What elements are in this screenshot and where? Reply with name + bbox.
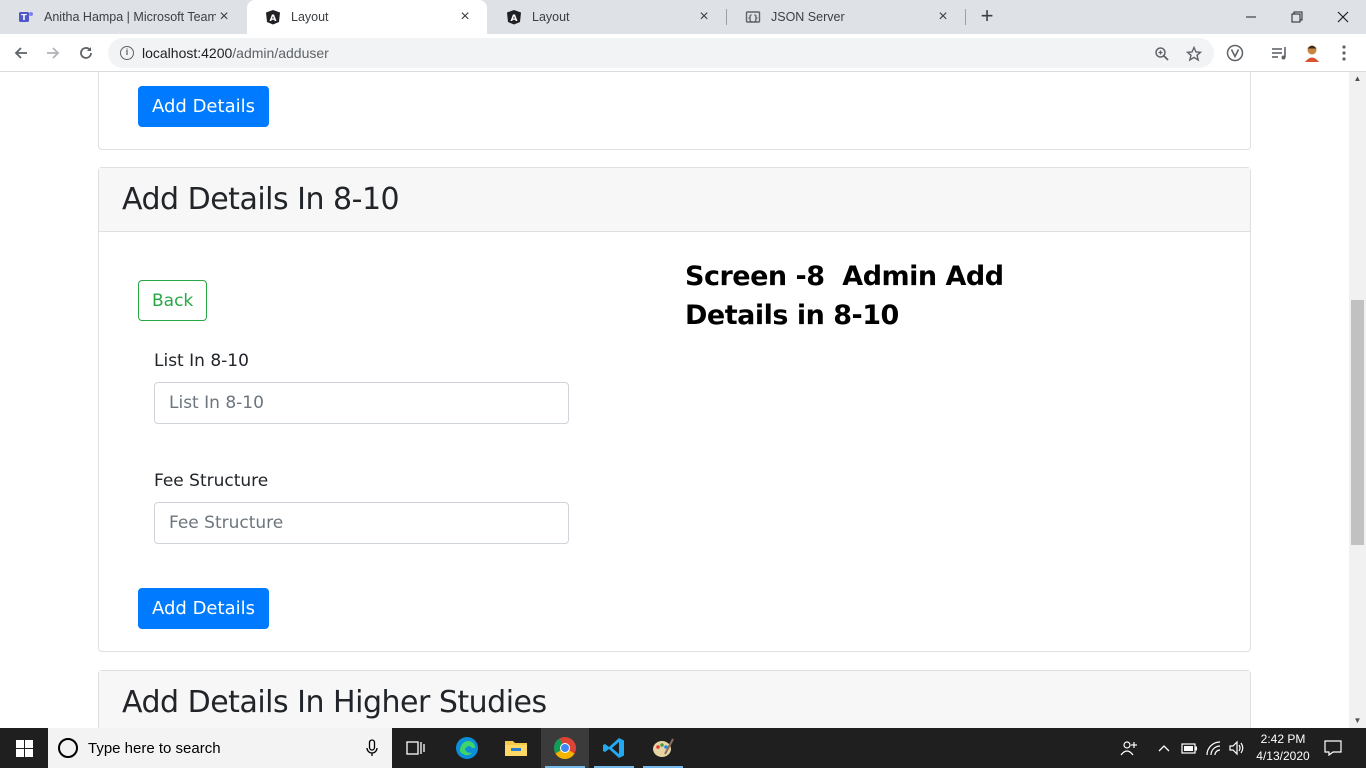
card-previous-section: Add Details <box>98 72 1251 150</box>
scroll-up-icon[interactable]: ▲ <box>1349 72 1366 86</box>
zoom-icon[interactable] <box>1153 45 1171 63</box>
close-icon <box>1337 11 1349 23</box>
add-details-submit-button[interactable]: Add Details <box>138 588 269 629</box>
card-header: Add Details In 8-10 <box>99 168 1250 232</box>
url-host: localhost:4200 <box>142 45 233 61</box>
arrow-left-icon <box>14 47 27 59</box>
chevron-up-icon[interactable] <box>1155 740 1173 756</box>
page-scrollbar[interactable]: ▲ ▼ <box>1349 72 1366 728</box>
new-tab-button[interactable]: + <box>976 5 998 27</box>
search-placeholder: Type here to search <box>88 739 221 757</box>
tab-title: Layout <box>532 10 570 24</box>
tab-teams[interactable]: T Anitha Hampa | Microsoft Teams × <box>0 0 246 34</box>
minimize-icon <box>1246 16 1256 18</box>
reload-button[interactable] <box>74 41 98 65</box>
menu-kebab-icon[interactable] <box>1334 43 1354 63</box>
clock-time: 2:42 PM <box>1260 732 1306 746</box>
tab-title: Layout <box>291 10 329 24</box>
add-details-button[interactable]: Add Details <box>138 86 269 127</box>
scroll-thumb[interactable] <box>1351 300 1364 545</box>
tab-separator <box>965 9 966 25</box>
annotation-line: Screen -8 Admin Add <box>685 261 1004 292</box>
card-add-details-8-10: Add Details In 8-10 Back Screen -8 Admin… <box>98 167 1251 652</box>
svg-text:{}: {} <box>747 14 758 23</box>
paint-icon[interactable] <box>639 728 687 768</box>
back-nav-button[interactable] <box>9 41 33 65</box>
taskbar-search[interactable]: Type here to search <box>48 728 392 768</box>
close-window-button[interactable] <box>1320 0 1366 34</box>
clock-date: 4/13/2020 <box>1256 749 1310 763</box>
svg-text:A: A <box>511 14 518 24</box>
list-label: List In 8-10 <box>154 351 249 371</box>
tab-title: Anitha Hampa | Microsoft Teams <box>44 10 216 24</box>
vscode-icon[interactable] <box>590 728 638 768</box>
arrow-right-icon <box>47 47 60 59</box>
scroll-down-icon[interactable]: ▼ <box>1349 714 1366 728</box>
task-view-icon[interactable] <box>392 728 440 768</box>
close-icon[interactable]: × <box>216 8 232 26</box>
wifi-icon[interactable] <box>1205 740 1223 756</box>
microphone-icon[interactable] <box>366 739 378 757</box>
people-icon[interactable] <box>1120 740 1138 756</box>
close-icon[interactable]: × <box>457 8 473 26</box>
card-header: Add Details In Higher Studies <box>99 671 1250 728</box>
info-icon[interactable]: i <box>120 46 134 60</box>
system-clock[interactable]: 2:42 PM 4/13/2020 <box>1252 731 1314 765</box>
fee-structure-input[interactable] <box>154 502 569 544</box>
browser-toolbar: i localhost:4200/admin/adduser <box>0 34 1366 72</box>
angular-icon: A <box>506 9 522 25</box>
url-text: localhost:4200/admin/adduser <box>142 45 329 61</box>
media-control-icon[interactable] <box>1269 43 1289 63</box>
chrome-icon[interactable] <box>541 728 589 768</box>
angular-icon: A <box>265 9 281 25</box>
reload-icon <box>80 47 92 59</box>
edge-icon[interactable] <box>443 728 491 768</box>
file-explorer-icon[interactable] <box>492 728 540 768</box>
cortana-icon <box>58 738 78 758</box>
tab-json-server[interactable]: {} JSON Server × <box>727 0 965 34</box>
screen-annotation: Screen -8 Admin Add Details in 8-10 <box>685 257 1005 335</box>
page-viewport: Add Details Add Details In 8-10 Back Scr… <box>0 72 1366 728</box>
battery-icon[interactable] <box>1180 740 1198 756</box>
profile-avatar[interactable] <box>1302 43 1322 63</box>
tab-layout-active[interactable]: A Layout × <box>247 0 487 34</box>
address-bar[interactable]: i localhost:4200/admin/adduser <box>108 38 1214 68</box>
section-title: Add Details In 8-10 <box>122 182 400 217</box>
json-server-icon: {} <box>745 9 761 25</box>
svg-text:T: T <box>21 13 27 22</box>
fee-structure-label: Fee Structure <box>154 471 269 491</box>
windows-taskbar: Type here to search 2:42 PM 4/13/2020 <box>0 728 1366 768</box>
volume-icon[interactable] <box>1228 740 1246 756</box>
windows-logo-icon <box>15 739 33 757</box>
tab-title: JSON Server <box>771 10 845 24</box>
close-icon[interactable]: × <box>935 8 951 26</box>
forward-nav-button[interactable] <box>41 41 65 65</box>
notification-icon[interactable] <box>1324 740 1342 757</box>
back-button[interactable]: Back <box>138 280 208 321</box>
url-path: /admin/adduser <box>232 45 329 61</box>
browser-tabstrip: T Anitha Hampa | Microsoft Teams × A Lay… <box>0 0 1366 34</box>
restore-icon <box>1291 11 1303 23</box>
section-title: Add Details In Higher Studies <box>122 685 547 720</box>
annotation-line: Details in 8-10 <box>685 300 899 331</box>
tab-layout[interactable]: A Layout × <box>488 0 726 34</box>
teams-icon: T <box>18 9 34 25</box>
bookmark-star-icon[interactable] <box>1185 45 1203 63</box>
minimize-button[interactable] <box>1228 0 1274 34</box>
list-input[interactable] <box>154 382 569 424</box>
svg-text:A: A <box>270 14 277 24</box>
card-higher-studies: Add Details In Higher Studies <box>98 670 1251 728</box>
start-button[interactable] <box>0 728 48 768</box>
close-icon[interactable]: × <box>696 8 712 26</box>
restore-button[interactable] <box>1274 0 1320 34</box>
vpn-extension-icon[interactable] <box>1225 43 1245 63</box>
